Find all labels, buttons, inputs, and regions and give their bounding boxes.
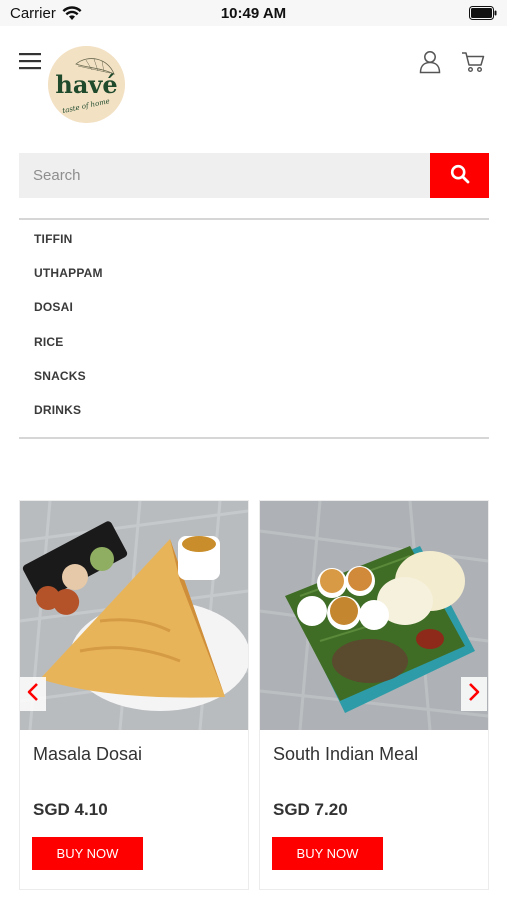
carousel-next-button[interactable] <box>461 677 487 711</box>
search-bar <box>19 153 489 198</box>
product-price: SGD 4.10 <box>33 800 108 819</box>
category-item-tiffin[interactable]: TIFFIN <box>19 222 489 256</box>
product-image-south-indian-meal[interactable] <box>260 501 488 730</box>
product-carousel: Masala Dosai SGD 4.10 BUY NOW South Indi… <box>19 500 489 890</box>
category-item-dosai[interactable]: DOSAI <box>19 290 489 324</box>
battery-icon <box>469 6 497 20</box>
buy-now-button[interactable]: BUY NOW <box>32 837 143 870</box>
search-button[interactable] <box>430 153 489 198</box>
logo-wordmark: havé <box>55 70 117 99</box>
brand-logo[interactable]: havé taste of home <box>48 46 125 123</box>
category-divider-top <box>19 218 489 220</box>
buy-now-button[interactable]: BUY NOW <box>272 837 383 870</box>
carousel-prev-button[interactable] <box>20 677 46 711</box>
product-price: SGD 7.20 <box>273 800 348 819</box>
search-icon <box>450 164 470 187</box>
category-item-snacks[interactable]: SNACKS <box>19 359 489 393</box>
status-bar: Carrier 10:49 AM <box>0 0 507 26</box>
chevron-right-icon <box>467 682 481 707</box>
product-card[interactable]: South Indian Meal SGD 7.20 BUY NOW <box>259 500 489 890</box>
product-name[interactable]: Masala Dosai <box>33 744 142 765</box>
category-item-rice[interactable]: RICE <box>19 325 489 359</box>
category-list: TIFFIN UTHAPPAM DOSAI RICE SNACKS DRINKS <box>19 222 489 427</box>
product-name[interactable]: South Indian Meal <box>273 744 418 765</box>
product-card[interactable]: Masala Dosai SGD 4.10 BUY NOW <box>19 500 249 890</box>
cart-icon[interactable] <box>461 51 485 73</box>
category-divider-bottom <box>19 437 489 439</box>
category-item-drinks[interactable]: DRINKS <box>19 393 489 427</box>
menu-icon[interactable] <box>19 52 41 70</box>
user-icon[interactable] <box>419 50 441 74</box>
search-input[interactable] <box>19 153 430 198</box>
chevron-left-icon <box>26 682 40 707</box>
category-item-uthappam[interactable]: UTHAPPAM <box>19 256 489 290</box>
product-image-masala-dosai[interactable] <box>20 501 248 730</box>
status-time: 10:49 AM <box>220 5 287 22</box>
